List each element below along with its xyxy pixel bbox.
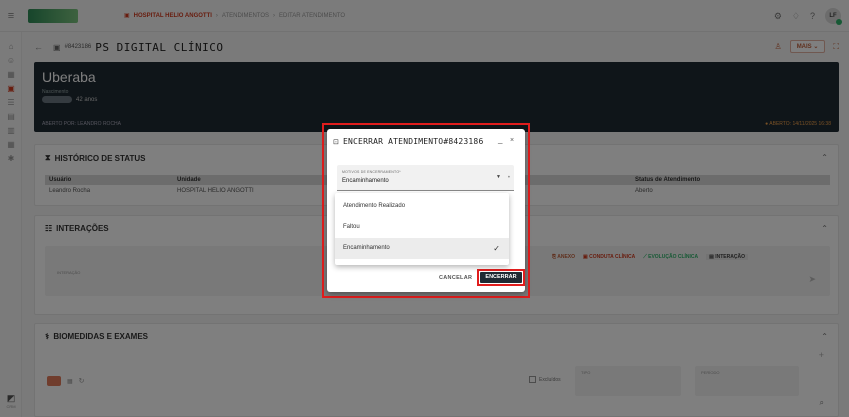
document-icon: ⊡ — [333, 139, 339, 146]
option-faltou[interactable]: Faltou — [335, 217, 509, 238]
closing-reason-options: Atendimento Realizado Faltou Encaminhame… — [335, 193, 509, 265]
confirm-button-highlight: ENCERRAR — [477, 269, 525, 286]
check-icon: ✓ — [493, 244, 500, 253]
close-icon[interactable]: × — [510, 137, 514, 144]
required-indicator: • — [507, 175, 510, 181]
option-encaminhamento[interactable]: Encaminhamento ✓ — [335, 238, 509, 259]
caret-down-icon: ▼ — [496, 174, 501, 180]
dialog-title: ENCERRAR ATENDIMENTO#8423186 — [343, 137, 484, 146]
cancel-button[interactable]: CANCELAR — [439, 275, 472, 281]
option-atendimento-realizado[interactable]: Atendimento Realizado — [335, 196, 509, 217]
confirm-close-button[interactable]: ENCERRAR — [480, 272, 522, 283]
closing-reason-select[interactable]: MOTIVOS DE ENCERRAMENTO* Encaminhamento … — [337, 165, 514, 191]
minimize-icon[interactable]: _ — [498, 135, 502, 144]
